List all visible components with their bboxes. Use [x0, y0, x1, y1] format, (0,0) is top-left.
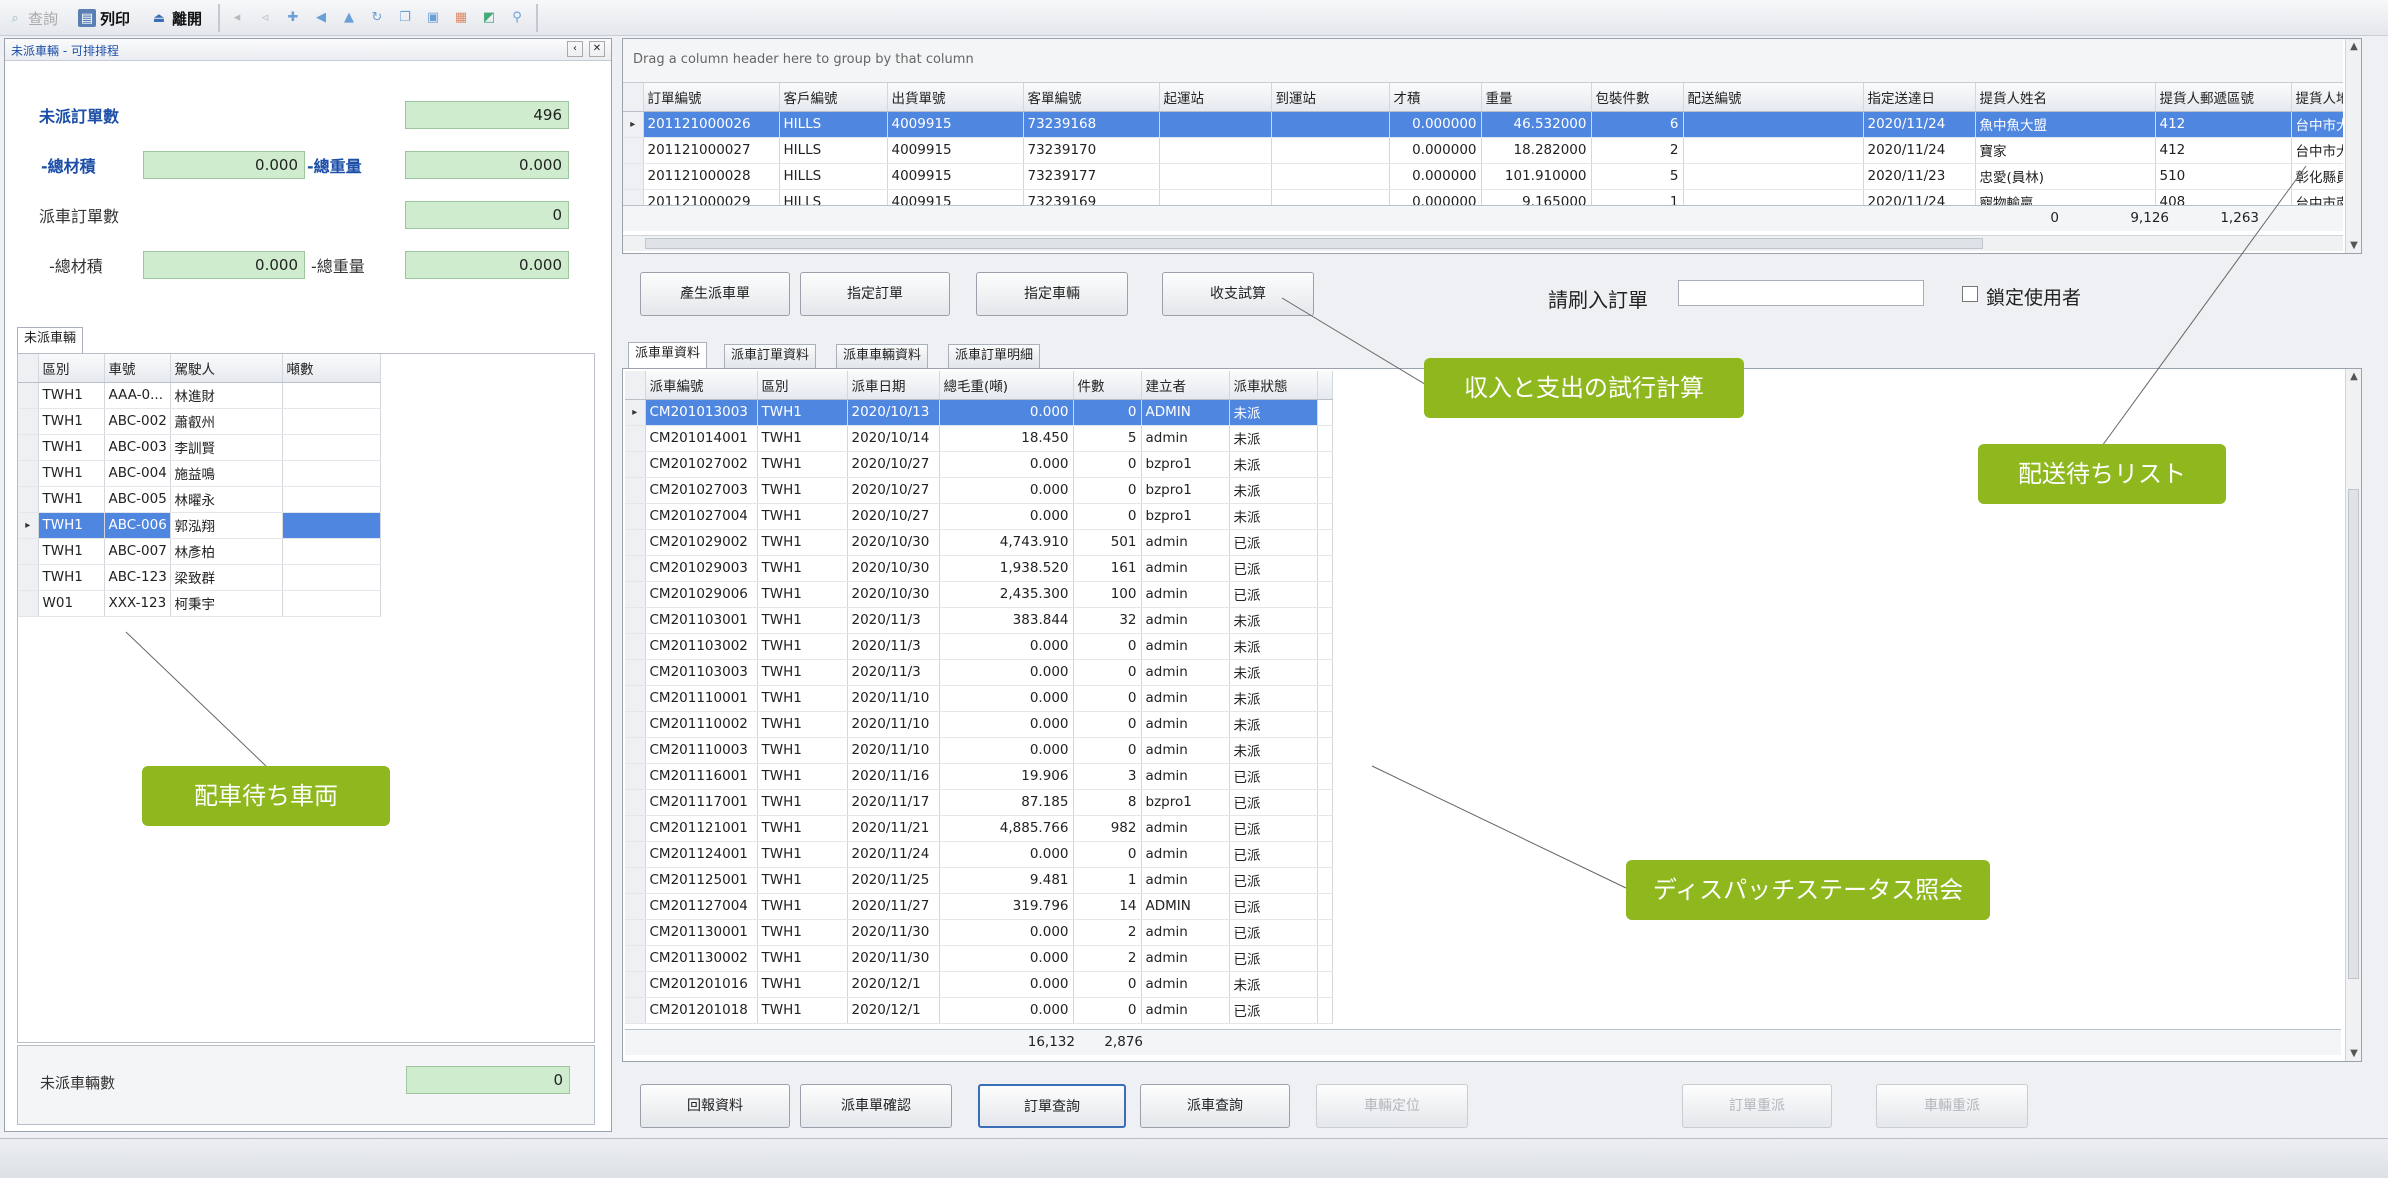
callout-revenue-trial: 収入と支出の試行計算 [1424, 358, 1744, 418]
callout-dispatch-status: ディスパッチステータス照会 [1626, 860, 1990, 920]
callout-line-delivery [2101, 165, 2307, 447]
callout-lines [125, 165, 2307, 889]
callout-delivery-list: 配送待ちリスト [1978, 444, 2226, 504]
callout-line-status [1371, 765, 1627, 889]
callout-line-revenue [1281, 297, 1429, 387]
callout-waiting-vehicles: 配車待ち車両 [142, 766, 390, 826]
callout-line-vehicles [125, 631, 267, 767]
